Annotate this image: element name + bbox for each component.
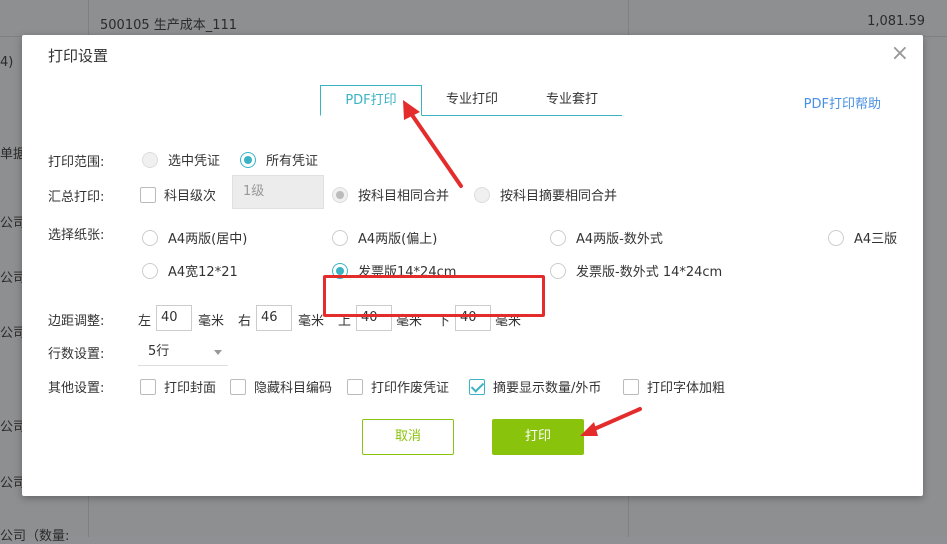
- margin-left-label: 左: [138, 314, 152, 329]
- radio-label: A4两版(偏上): [358, 232, 438, 247]
- radio-label: 所有凭证: [266, 154, 319, 169]
- tab-professional-print[interactable]: 专业打印: [422, 85, 522, 115]
- radio-paper-a4-two-center[interactable]: A4两版(居中): [142, 228, 247, 247]
- background-amount-text: 1,081.59: [867, 14, 925, 29]
- radio-label: A4两版(居中): [168, 232, 248, 247]
- rows-label: 行数设置:: [48, 347, 105, 362]
- rows-select[interactable]: 5行: [138, 338, 228, 366]
- radio-label: 发票版-数外式 14*24cm: [576, 265, 723, 280]
- radio-circle: [828, 229, 844, 246]
- other-settings-label: 其他设置:: [48, 381, 105, 396]
- dialog-title: 打印设置: [48, 47, 109, 65]
- background-snippet: 4): [0, 55, 14, 70]
- checkbox-label: 打印字体加粗: [647, 381, 726, 396]
- checkbox-bold-font[interactable]: 打印字体加粗: [623, 377, 725, 396]
- radio-circle: [142, 151, 158, 168]
- radio-label: A4两版-数外式: [576, 232, 663, 247]
- radio-circle: [142, 262, 158, 279]
- radio-circle: [474, 186, 490, 203]
- radio-paper-a4-two-external[interactable]: A4两版-数外式: [550, 228, 663, 247]
- tab-professional-template[interactable]: 专业套打: [522, 85, 622, 115]
- checkbox-hide-account-code[interactable]: 隐藏科目编码: [230, 377, 332, 396]
- checkbox-box: [140, 378, 156, 395]
- checkbox-label: 科目级次: [164, 189, 217, 204]
- cancel-button[interactable]: 取消: [362, 419, 454, 455]
- print-range-label: 打印范围:: [48, 155, 105, 170]
- checkbox-print-void-vouchers[interactable]: 打印作废凭证: [347, 377, 449, 396]
- print-mode-tabs: PDF打印 专业打印 专业套打: [320, 85, 622, 116]
- radio-circle: [550, 262, 566, 279]
- summary-print-label: 汇总打印:: [48, 190, 105, 205]
- checkbox-label: 摘要显示数量/外币: [493, 381, 602, 396]
- checkbox-box: [140, 186, 156, 203]
- background-account-text: 500105 生产成本_111: [100, 18, 238, 33]
- checkbox-label: 隐藏科目编码: [254, 381, 333, 396]
- chevron-down-icon: [214, 350, 222, 355]
- radio-paper-a4-three[interactable]: A4三版: [828, 228, 897, 247]
- radio-paper-invoice-external[interactable]: 发票版-数外式 14*24cm: [550, 261, 722, 280]
- checkbox-label: 打印封面: [164, 381, 217, 396]
- radio-label: A4宽12*21: [168, 265, 238, 280]
- radio-paper-a4-two-top[interactable]: A4两版(偏上): [332, 228, 437, 247]
- radio-circle: [142, 229, 158, 246]
- account-level-input[interactable]: 1级: [232, 175, 324, 209]
- checkbox-box: [623, 378, 639, 395]
- margin-right-label: 右: [238, 314, 252, 329]
- rows-select-value: 5行: [148, 344, 170, 359]
- radio-selected-vouchers[interactable]: 选中凭证: [142, 150, 220, 169]
- checkbox-box: [469, 378, 485, 395]
- annotation-highlight-box: [323, 275, 545, 317]
- tab-pdf-print[interactable]: PDF打印: [320, 85, 422, 116]
- checkbox-summary-show-quantity[interactable]: 摘要显示数量/外币: [469, 377, 601, 396]
- radio-label: 按科目摘要相同合并: [500, 189, 618, 204]
- margin-label: 边距调整:: [48, 314, 105, 329]
- radio-circle: [550, 229, 566, 246]
- margin-right-input[interactable]: 46: [256, 305, 292, 331]
- checkbox-account-level[interactable]: 科目级次: [140, 185, 216, 204]
- radio-label: 选中凭证: [168, 154, 221, 169]
- checkbox-label: 打印作废凭证: [371, 381, 450, 396]
- radio-all-vouchers[interactable]: 所有凭证: [240, 150, 318, 169]
- radio-merge-same-account[interactable]: 按科目相同合并: [332, 185, 449, 204]
- radio-circle: [332, 186, 348, 203]
- margin-unit: 毫米: [198, 314, 225, 329]
- print-settings-dialog: 打印设置 × PDF打印 专业打印 专业套打 PDF打印帮助 打印范围: 选中凭…: [22, 35, 923, 496]
- paper-label: 选择纸张:: [48, 228, 105, 243]
- margin-unit: 毫米: [298, 314, 325, 329]
- radio-label: 按科目相同合并: [358, 189, 450, 204]
- background-snippet: 公司（数量:: [0, 529, 70, 544]
- radio-circle: [240, 151, 256, 168]
- checkbox-box: [230, 378, 246, 395]
- radio-circle: [332, 229, 348, 246]
- radio-merge-same-account-summary[interactable]: 按科目摘要相同合并: [474, 185, 617, 204]
- radio-paper-a4-wide[interactable]: A4宽12*21: [142, 261, 238, 280]
- print-button[interactable]: 打印: [492, 419, 584, 455]
- checkbox-box: [347, 378, 363, 395]
- checkbox-print-cover[interactable]: 打印封面: [140, 377, 216, 396]
- close-icon[interactable]: ×: [891, 42, 909, 66]
- margin-left-input[interactable]: 40: [156, 305, 192, 331]
- pdf-print-help-link[interactable]: PDF打印帮助: [804, 93, 881, 112]
- radio-label: A4三版: [854, 232, 898, 247]
